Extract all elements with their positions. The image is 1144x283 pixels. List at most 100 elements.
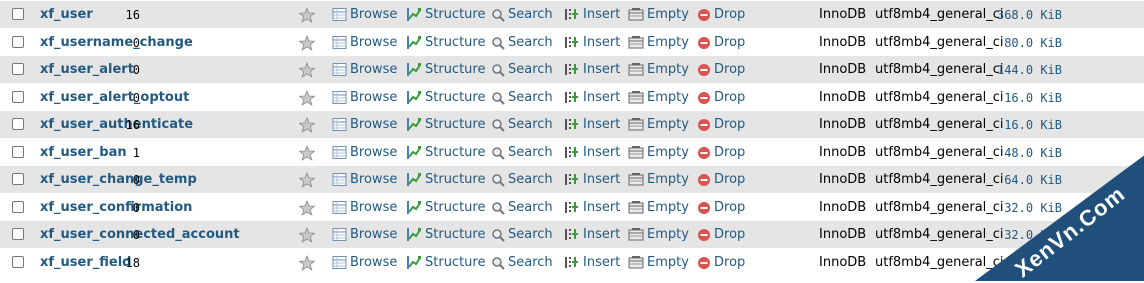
structure-icon xyxy=(407,201,421,214)
row-checkbox[interactable] xyxy=(12,146,24,158)
favorite-star-icon[interactable] xyxy=(299,139,315,166)
search-label: Search xyxy=(508,227,553,242)
row-checkbox[interactable] xyxy=(12,8,24,20)
insert-icon xyxy=(565,229,578,240)
search-action[interactable]: Search xyxy=(491,249,553,276)
favorite-star-icon[interactable] xyxy=(299,166,315,193)
favorite-star-icon[interactable] xyxy=(299,29,315,56)
empty-action[interactable]: Empty xyxy=(628,221,689,248)
search-icon xyxy=(492,256,505,270)
favorite-star-icon[interactable] xyxy=(299,249,315,276)
structure-action[interactable]: Structure xyxy=(406,194,485,221)
favorite-star-icon[interactable] xyxy=(299,84,315,111)
browse-label: Browse xyxy=(350,255,398,270)
search-action[interactable]: Search xyxy=(491,194,553,221)
structure-action[interactable]: Structure xyxy=(406,249,485,276)
structure-action[interactable]: Structure xyxy=(406,111,485,138)
drop-label: Drop xyxy=(714,35,746,50)
empty-action[interactable]: Empty xyxy=(628,56,689,83)
drop-action[interactable]: Drop xyxy=(697,84,745,111)
drop-label: Drop xyxy=(714,62,746,77)
drop-action[interactable]: Drop xyxy=(697,56,745,83)
search-action[interactable]: Search xyxy=(491,29,553,56)
empty-action[interactable]: Empty xyxy=(628,1,689,28)
browse-action[interactable]: Browse xyxy=(332,194,397,221)
insert-action[interactable]: Insert xyxy=(564,249,620,276)
insert-action[interactable]: Insert xyxy=(564,1,620,28)
row-checkbox[interactable] xyxy=(12,201,24,213)
table-name-link[interactable]: xf_user xyxy=(40,1,93,28)
favorite-star-icon[interactable] xyxy=(299,1,315,28)
structure-icon xyxy=(407,146,421,159)
browse-action[interactable]: Browse xyxy=(332,29,397,56)
empty-action[interactable]: Empty xyxy=(628,84,689,111)
structure-action[interactable]: Structure xyxy=(406,29,485,56)
empty-action[interactable]: Empty xyxy=(628,194,689,221)
structure-action[interactable]: Structure xyxy=(406,84,485,111)
empty-action[interactable]: Empty xyxy=(628,29,689,56)
search-label: Search xyxy=(508,35,553,50)
drop-action[interactable]: Drop xyxy=(697,139,745,166)
favorite-star-icon[interactable] xyxy=(299,56,315,83)
row-checkbox[interactable] xyxy=(12,256,24,268)
empty-action[interactable]: Empty xyxy=(628,166,689,193)
browse-action[interactable]: Browse xyxy=(332,1,397,28)
favorite-star-icon[interactable] xyxy=(299,194,315,221)
row-checkbox[interactable] xyxy=(12,228,24,240)
empty-action[interactable]: Empty xyxy=(628,139,689,166)
drop-action[interactable]: Drop xyxy=(697,1,745,28)
search-action[interactable]: Search xyxy=(491,84,553,111)
search-action[interactable]: Search xyxy=(491,221,553,248)
search-action[interactable]: Search xyxy=(491,139,553,166)
browse-action[interactable]: Browse xyxy=(332,139,397,166)
collation: utf8mb4_general_ci xyxy=(875,117,1004,132)
search-action[interactable]: Search xyxy=(491,166,553,193)
browse-icon xyxy=(332,201,347,214)
structure-action[interactable]: Structure xyxy=(406,139,485,166)
collation: utf8mb4_general_ci xyxy=(875,172,1004,187)
drop-action[interactable]: Drop xyxy=(697,111,745,138)
structure-action[interactable]: Structure xyxy=(406,166,485,193)
collation: utf8mb4_general_ci xyxy=(875,200,1004,215)
browse-label: Browse xyxy=(350,200,398,215)
row-checkbox[interactable] xyxy=(12,36,24,48)
drop-action[interactable]: Drop xyxy=(697,166,745,193)
insert-action[interactable]: Insert xyxy=(564,221,620,248)
row-checkbox[interactable] xyxy=(12,63,24,75)
search-action[interactable]: Search xyxy=(491,1,553,28)
insert-action[interactable]: Insert xyxy=(564,139,620,166)
row-checkbox[interactable] xyxy=(12,173,24,185)
insert-icon xyxy=(565,64,578,75)
browse-action[interactable]: Browse xyxy=(332,84,397,111)
insert-action[interactable]: Insert xyxy=(564,84,620,111)
search-action[interactable]: Search xyxy=(491,111,553,138)
drop-action[interactable]: Drop xyxy=(697,29,745,56)
insert-action[interactable]: Insert xyxy=(564,111,620,138)
insert-action[interactable]: Insert xyxy=(564,166,620,193)
favorite-star-icon[interactable] xyxy=(299,221,315,248)
row-checkbox[interactable] xyxy=(12,91,24,103)
drop-action[interactable]: Drop xyxy=(697,194,745,221)
table-size: 64.0 KiB xyxy=(1004,172,1062,187)
insert-action[interactable]: Insert xyxy=(564,56,620,83)
browse-action[interactable]: Browse xyxy=(332,111,397,138)
empty-action[interactable]: Empty xyxy=(628,249,689,276)
drop-icon xyxy=(698,228,710,241)
structure-action[interactable]: Structure xyxy=(406,1,485,28)
insert-action[interactable]: Insert xyxy=(564,29,620,56)
browse-action[interactable]: Browse xyxy=(332,56,397,83)
insert-action[interactable]: Insert xyxy=(564,194,620,221)
empty-action[interactable]: Empty xyxy=(628,111,689,138)
search-action[interactable]: Search xyxy=(491,56,553,83)
structure-action[interactable]: Structure xyxy=(406,221,485,248)
insert-label: Insert xyxy=(583,90,621,105)
favorite-star-icon[interactable] xyxy=(299,111,315,138)
browse-action[interactable]: Browse xyxy=(332,166,397,193)
browse-action[interactable]: Browse xyxy=(332,221,397,248)
drop-action[interactable]: Drop xyxy=(697,249,745,276)
drop-action[interactable]: Drop xyxy=(697,221,745,248)
row-checkbox[interactable] xyxy=(12,118,24,130)
structure-action[interactable]: Structure xyxy=(406,56,485,83)
empty-icon xyxy=(628,201,644,214)
browse-action[interactable]: Browse xyxy=(332,249,397,276)
